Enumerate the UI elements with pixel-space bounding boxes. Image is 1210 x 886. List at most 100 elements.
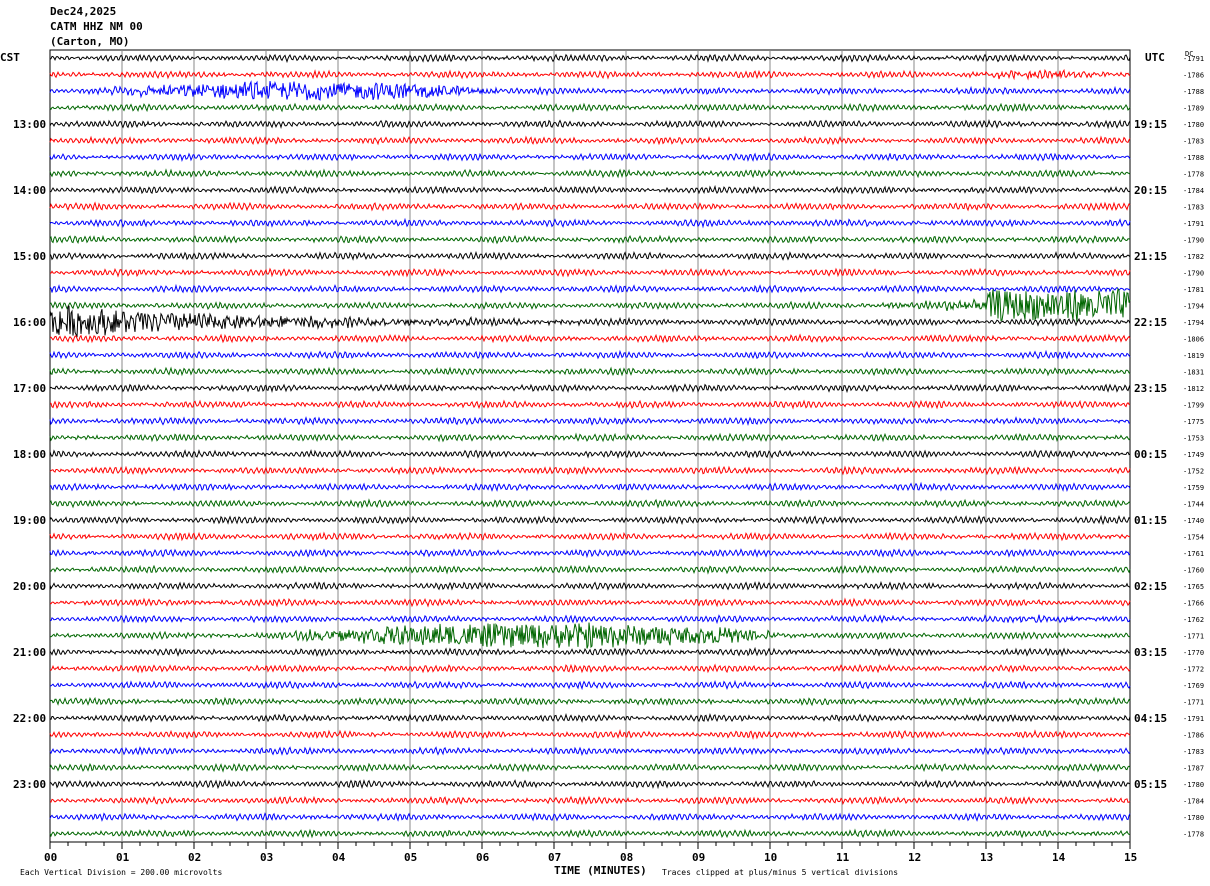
trace-line [49, 812, 1131, 822]
left-time-label: 16:00 [13, 316, 46, 329]
dc-offset-label: -1759 [1183, 484, 1204, 492]
trace-line [49, 53, 1131, 64]
dc-offset-label: -1787 [1183, 765, 1204, 773]
dc-offset-label: -1786 [1183, 72, 1204, 80]
dc-offset-label: -1784 [1183, 187, 1204, 195]
dc-offset-label: -1744 [1183, 501, 1204, 509]
dc-offset-label: -1789 [1183, 105, 1204, 113]
dc-offset-label: -1806 [1183, 336, 1204, 344]
x-tick-label: 05 [404, 851, 417, 864]
trace-line [49, 779, 1131, 790]
x-tick-label: 09 [692, 851, 705, 864]
x-tick-label: 12 [908, 851, 921, 864]
trace-line [49, 416, 1131, 426]
x-axis-title: TIME (MINUTES) [554, 864, 647, 877]
right-time-label: 19:15 [1134, 118, 1167, 131]
trace-line [49, 283, 1131, 295]
dc-offset-label: -1778 [1183, 171, 1204, 179]
trace-line [49, 531, 1131, 542]
right-time-label: 01:15 [1134, 514, 1167, 527]
dc-offset-label: -1754 [1183, 534, 1204, 542]
right-time-label: 02:15 [1134, 580, 1167, 593]
right-time-label: 04:15 [1134, 712, 1167, 725]
right-time-label: 00:15 [1134, 448, 1167, 461]
dc-offset-label: -1788 [1183, 154, 1204, 162]
dc-offset-label: -1794 [1183, 319, 1204, 327]
dc-offset-label: -1778 [1183, 831, 1204, 839]
dc-offset-label: -1771 [1183, 699, 1204, 707]
trace-line [49, 712, 1131, 723]
trace-line [49, 597, 1131, 608]
dc-offset-label: -1794 [1183, 303, 1204, 311]
trace-line [49, 102, 1131, 113]
trace-line [49, 622, 1131, 649]
seismogram-chart: CST UTC DC Each Vertical Division = 200.… [0, 49, 1204, 877]
dc-offset-label: -1783 [1183, 204, 1204, 212]
dc-offset-label: -1766 [1183, 600, 1204, 608]
trace-line [49, 305, 1131, 338]
trace-line [49, 234, 1131, 245]
trace-line [49, 449, 1131, 459]
left-time-label: 21:00 [13, 646, 46, 659]
dc-offset-label: -1783 [1183, 748, 1204, 756]
x-tick-label: 15 [1124, 851, 1137, 864]
dc-offset-label: -1799 [1183, 402, 1204, 410]
left-time-label: 14:00 [13, 184, 46, 197]
right-time-label: 05:15 [1134, 778, 1167, 791]
left-zone-label: CST [0, 51, 20, 64]
right-zone-label: UTC [1145, 51, 1165, 64]
dc-offset-label: -1791 [1183, 715, 1204, 723]
trace-line [49, 366, 1131, 377]
x-tick-label: 07 [548, 851, 561, 864]
trace-line [49, 580, 1131, 591]
dc-offset-label: -1760 [1183, 567, 1204, 575]
dc-offset-label: -1790 [1183, 237, 1204, 245]
trace-line [49, 287, 1131, 322]
trace-line [49, 68, 1131, 81]
dc-offset-label: -1769 [1183, 682, 1204, 690]
dc-offset-label: -1780 [1183, 814, 1204, 822]
x-tick-label: 10 [764, 851, 777, 864]
x-tick-label: 11 [836, 851, 850, 864]
dc-offset-label: -1790 [1183, 270, 1204, 278]
trace-line [49, 119, 1131, 130]
dc-offset-label: -1784 [1183, 798, 1204, 806]
right-time-label: 20:15 [1134, 184, 1167, 197]
dc-offset-label: -1762 [1183, 616, 1204, 624]
trace-line [49, 432, 1131, 443]
trace-line [49, 184, 1131, 195]
trace-line [49, 152, 1131, 162]
right-time-label: 23:15 [1134, 382, 1167, 395]
x-tick-label: 00 [44, 851, 57, 864]
scale-note: Each Vertical Division = 200.00 microvol… [20, 868, 222, 877]
dc-offset-label: -1780 [1183, 781, 1204, 789]
trace-line [49, 349, 1131, 360]
dc-offset-label: -1772 [1183, 666, 1204, 674]
trace-line [49, 614, 1131, 625]
trace-line [49, 201, 1131, 212]
dc-offset-label: -1831 [1183, 369, 1204, 377]
trace-line [49, 514, 1131, 526]
trace-line [49, 795, 1131, 806]
trace-line [49, 498, 1131, 509]
x-tick-label: 02 [188, 851, 201, 864]
x-tick-label: 04 [332, 851, 346, 864]
dc-offset-label: -1786 [1183, 732, 1204, 740]
trace-line [49, 548, 1131, 559]
dc-offset-label: -1781 [1183, 286, 1204, 294]
left-time-label: 19:00 [13, 514, 46, 527]
right-time-label: 22:15 [1134, 316, 1167, 329]
right-time-label: 03:15 [1134, 646, 1167, 659]
trace-line [49, 746, 1131, 757]
dc-offset-label: -1752 [1183, 468, 1204, 476]
trace-line [49, 481, 1131, 493]
dc-offset-label: -1819 [1183, 352, 1204, 360]
left-time-label: 18:00 [13, 448, 46, 461]
left-time-label: 17:00 [13, 382, 46, 395]
dc-offset-label: -1780 [1183, 121, 1204, 129]
dc-offset-label: -1782 [1183, 253, 1204, 261]
trace-line [49, 267, 1131, 278]
left-time-label: 15:00 [13, 250, 46, 263]
trace-line [49, 663, 1131, 674]
dc-offset-label: -1788 [1183, 88, 1204, 96]
